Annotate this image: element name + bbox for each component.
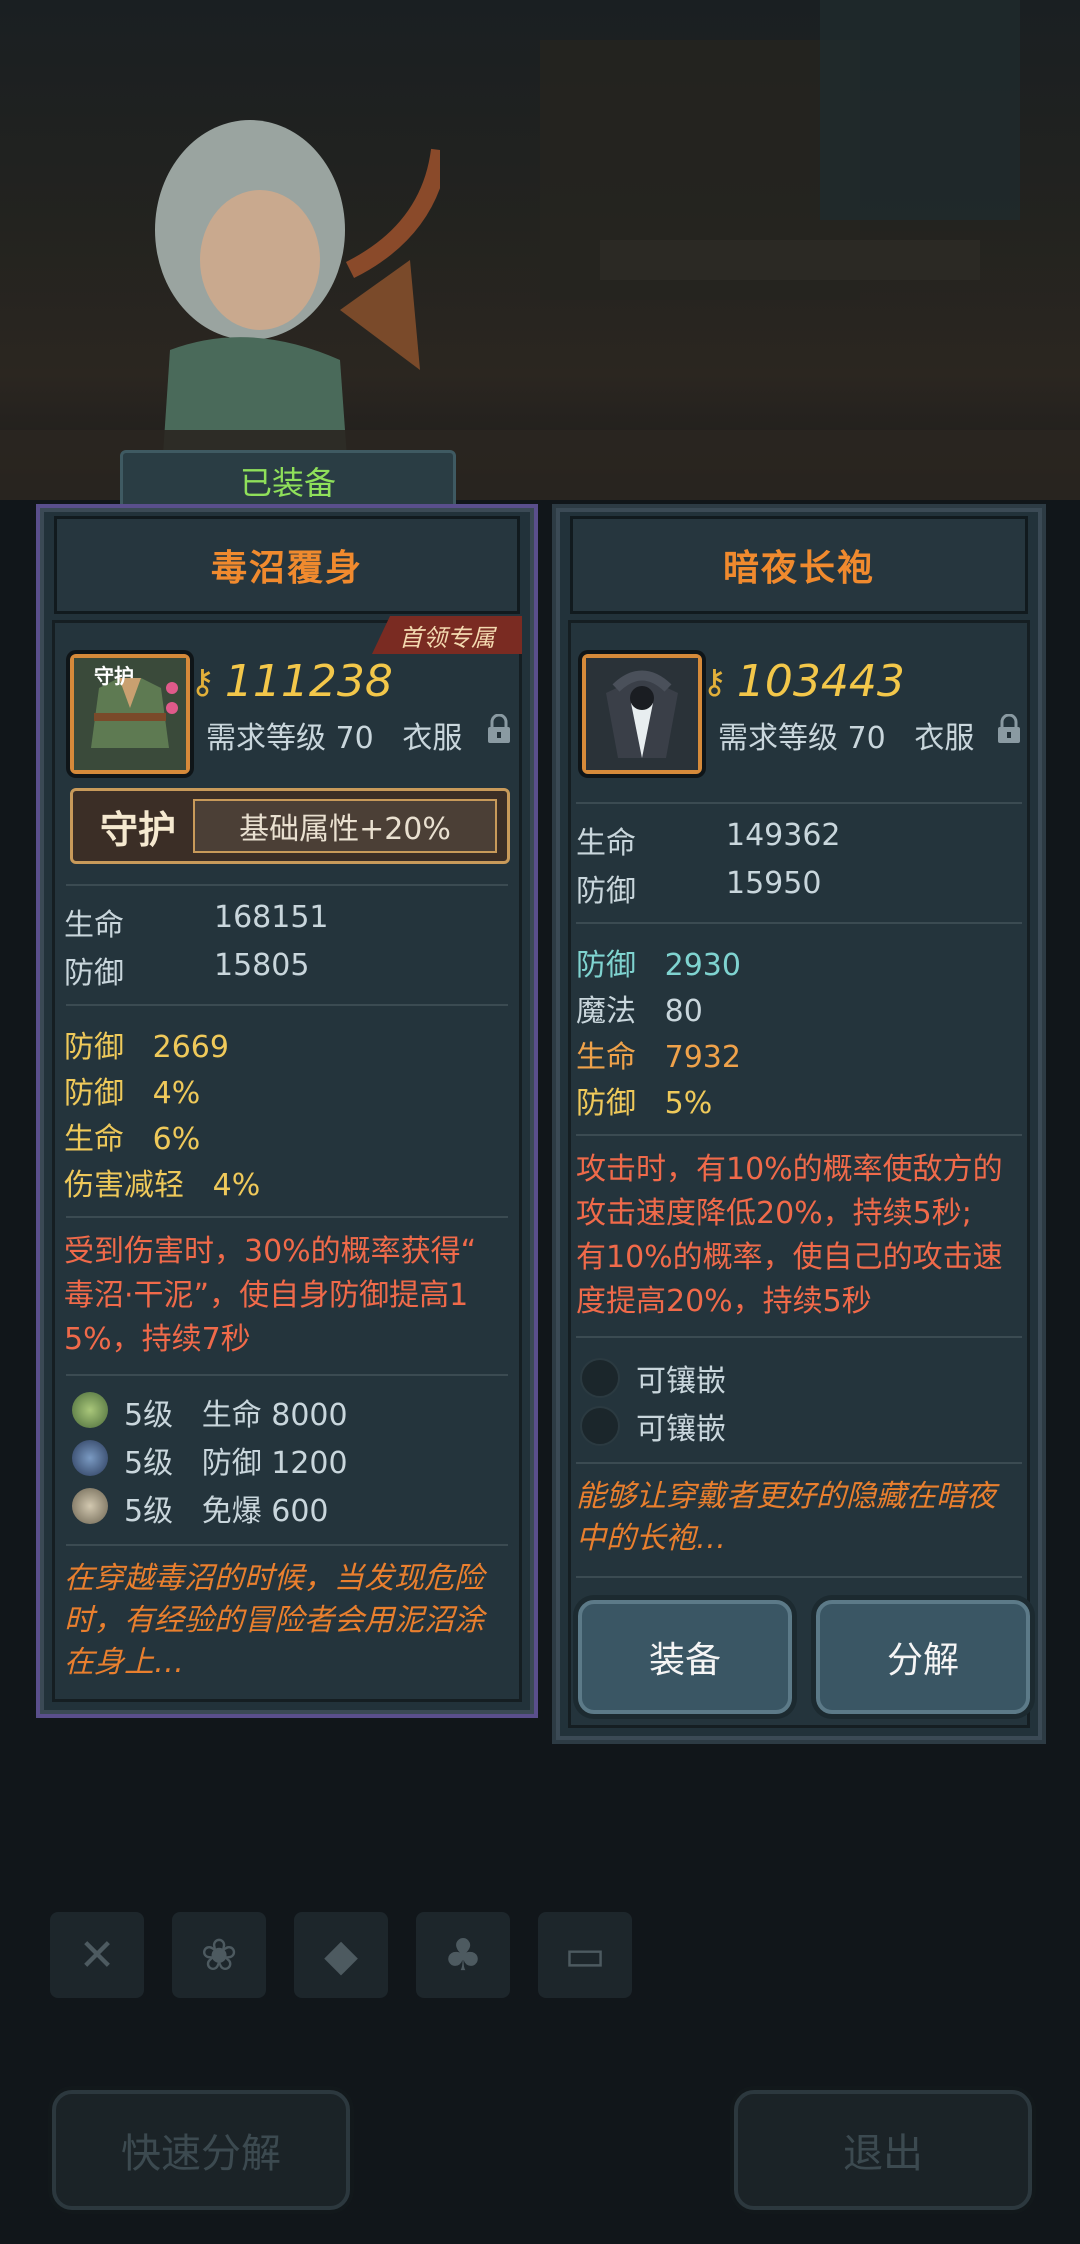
stat-value: 149362 <box>726 818 841 853</box>
stat-value: 15805 <box>214 948 310 983</box>
power-icon: ⚷ <box>190 661 215 702</box>
stat-name: 生命 <box>576 826 636 861</box>
divider <box>576 802 1022 804</box>
guard-bonus-bar: 守护 基础属性+20% <box>70 788 510 864</box>
robe-icon <box>586 658 698 770</box>
candidate-item-title-bar: 暗夜长袍 <box>570 516 1028 614</box>
socket-label: 可镶嵌 <box>636 1412 726 1447</box>
equipped-item-power-value: 111238 <box>224 656 393 707</box>
equipped-item-title-bar: 毒沼覆身 <box>54 516 520 614</box>
divider <box>576 1462 1022 1464</box>
dismantle-button[interactable]: 分解 <box>816 1600 1030 1714</box>
divider <box>576 1336 1022 1338</box>
gem-icon <box>72 1392 108 1428</box>
weapon-filter-icon[interactable]: ✕ <box>50 1912 144 1998</box>
socket-label: 可镶嵌 <box>636 1364 726 1399</box>
extra-stat: 防御 2669 <box>64 1030 229 1065</box>
equipped-item-requirement: 需求等级 70 衣服 <box>206 713 462 757</box>
candidate-item-requirement: 需求等级 70 衣服 <box>718 713 974 757</box>
extra-stat: 伤害减轻 4% <box>64 1168 261 1203</box>
divider <box>66 884 508 886</box>
chest-filter-icon[interactable]: ▭ <box>538 1912 632 1998</box>
gem-filter-icon[interactable]: ◆ <box>294 1912 388 1998</box>
extra-stat: 防御 4% <box>64 1076 201 1111</box>
divider <box>66 1544 508 1546</box>
stat-name: 防御 <box>576 874 636 909</box>
equipped-item-icon[interactable]: 守护 <box>70 654 190 774</box>
divider <box>66 1004 508 1006</box>
equip-button[interactable]: 装备 <box>578 1600 792 1714</box>
divider <box>576 922 1022 924</box>
equipped-item-panel: 毒沼覆身 首领专属 守护 ⚷ 111238 需求等级 70 衣服 守护 基础属性… <box>36 504 538 1718</box>
equipped-item-slot: 衣服 <box>402 721 463 756</box>
stat-name: 防御 <box>64 956 124 991</box>
extra-stat: 防御 2930 <box>576 948 741 983</box>
gem-icon <box>72 1488 108 1524</box>
paw-filter-icon[interactable]: ❀ <box>172 1912 266 1998</box>
equipped-item-icon-label: 守护 <box>94 664 134 688</box>
equipped-label: 已装备 <box>120 450 456 512</box>
divider <box>576 1134 1022 1136</box>
empty-socket-icon <box>580 1358 620 1398</box>
equipped-item-effect: 受到伤害时，30%的概率获得“ 毒沼·干泥”，使自身防御提高1 5%，持续7秒 <box>64 1234 477 1357</box>
stat-value: 15950 <box>726 866 822 901</box>
candidate-item-flavor-text: 能够让穿戴者更好的隐藏在暗夜 中的长袍… <box>576 1479 996 1556</box>
gem-stat: 5级 生命 8000 <box>124 1398 348 1433</box>
extra-stat: 生命 6% <box>64 1122 201 1157</box>
lock-icon[interactable] <box>996 714 1022 744</box>
power-icon: ⚷ <box>702 661 727 702</box>
gem-icon <box>72 1440 108 1476</box>
candidate-item-slot: 衣服 <box>914 721 975 756</box>
extra-stat: 魔法 80 <box>576 994 703 1029</box>
candidate-item-name: 暗夜长袍 <box>722 548 875 589</box>
empty-socket-icon <box>580 1406 620 1446</box>
equipped-item-name: 毒沼覆身 <box>210 548 363 589</box>
candidate-item-power: ⚷ 103443 <box>702 656 905 707</box>
divider <box>66 1216 508 1218</box>
candidate-item-icon[interactable] <box>582 654 702 774</box>
stat-name: 生命 <box>64 908 124 943</box>
divider <box>576 1576 1022 1578</box>
equipped-item-power: ⚷ 111238 <box>190 656 393 707</box>
candidate-item-req-level: 需求等级 70 <box>718 721 886 756</box>
quick-dismantle-button[interactable]: 快速分解 <box>52 2090 350 2210</box>
equipped-item-req-level: 需求等级 70 <box>206 721 374 756</box>
divider <box>66 1374 508 1376</box>
gem-stat: 5级 免爆 600 <box>124 1494 329 1529</box>
candidate-item-effect: 攻击时，有10%的概率使敌方的 攻击速度降低20%，持续5秒; 有10%的概率，… <box>576 1152 1003 1319</box>
stat-value: 168151 <box>214 900 329 935</box>
candidate-item-panel: 暗夜长袍 ⚷ 103443 需求等级 70 衣服 生命 149362 防御 15… <box>552 504 1046 1744</box>
guard-name: 守护 <box>99 807 176 852</box>
candidate-item-power-value: 103443 <box>736 656 905 707</box>
lock-icon[interactable] <box>486 714 512 744</box>
boss-exclusive-tag: 首领专属 <box>372 616 522 654</box>
guard-bonus: 基础属性+20% <box>193 799 497 853</box>
tree-filter-icon[interactable]: ♣ <box>416 1912 510 1998</box>
exit-button[interactable]: 退出 <box>734 2090 1032 2210</box>
background-scene <box>0 0 1080 500</box>
extra-stat: 防御 5% <box>576 1086 713 1121</box>
extra-stat: 生命 7932 <box>576 1040 741 1075</box>
gem-stat: 5级 防御 1200 <box>124 1446 348 1481</box>
equipped-item-flavor-text: 在穿越毒沼的时候，当发现危险 时，有经验的冒险者会用泥沼涂 在身上… <box>64 1561 484 1680</box>
